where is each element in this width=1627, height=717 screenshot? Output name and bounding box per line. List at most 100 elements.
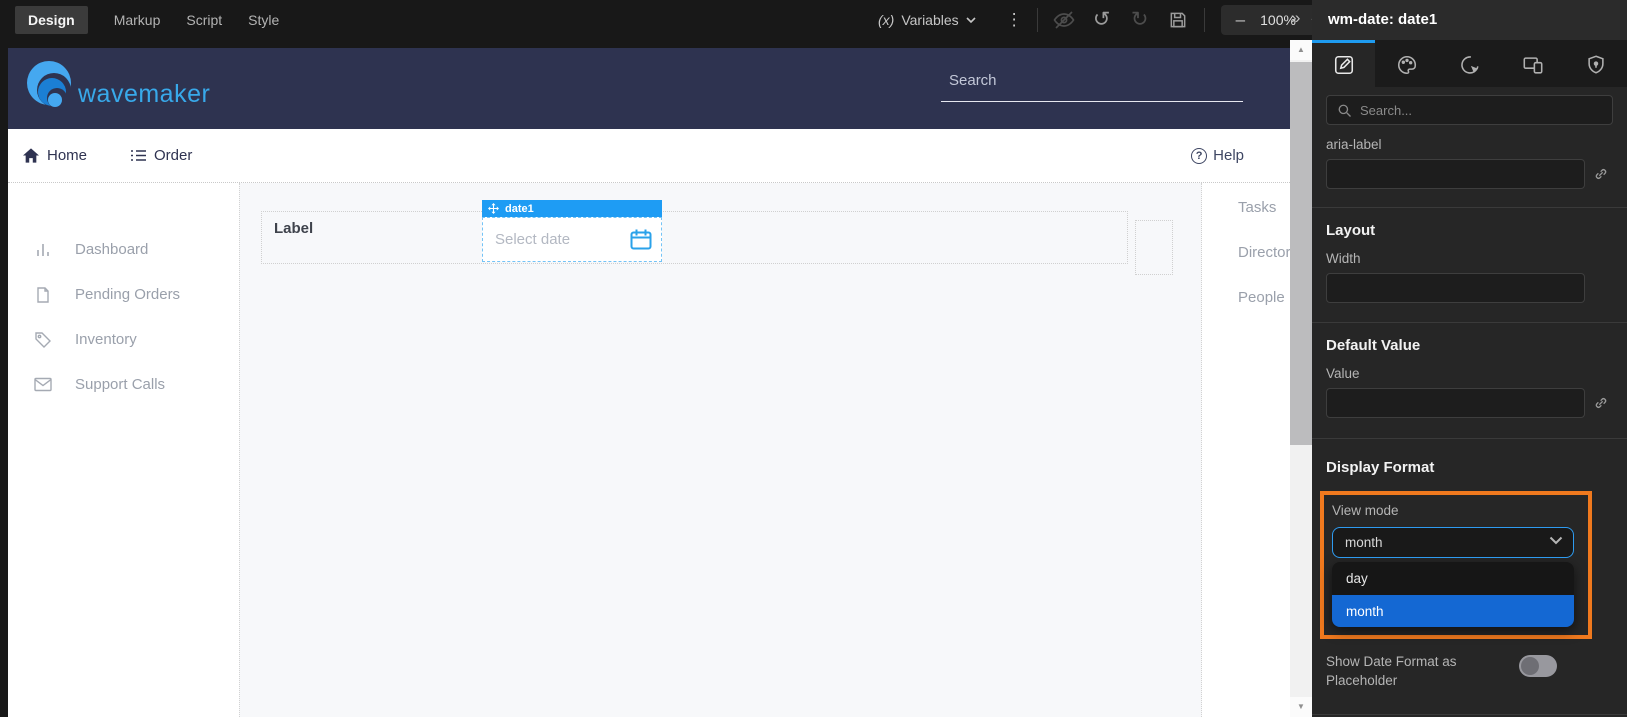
view-mode-select[interactable]: month [1332,527,1574,558]
toggle-row: Show Date Format as Placeholder [1326,652,1613,690]
width-input[interactable] [1326,273,1585,303]
value-input[interactable] [1326,388,1585,418]
sidebar-item-label: Inventory [75,331,137,348]
edit-icon [1333,54,1355,76]
nav-order[interactable]: Order [131,147,192,164]
logo-text: wavemaker [78,80,210,109]
page-content: Dashboard Pending Orders Inventory Suppo… [8,183,1290,717]
canvas-scrollbar[interactable]: ▲ ▼ [1290,40,1312,717]
help-icon: ? [1191,148,1207,164]
wavemaker-logo: wavemaker [24,57,210,113]
inspector-search-input[interactable] [1360,103,1602,118]
tab-security[interactable] [1564,40,1627,87]
empty-widget-placeholder[interactable] [1135,220,1173,275]
app-header: wavemaker [8,48,1290,129]
nav-help-label: Help [1213,147,1244,164]
layout-section-header: Layout [1326,222,1613,239]
editor-mode-tabs: Design Markup Script Style [15,0,279,40]
date-input-body [482,217,662,262]
section-divider [1312,322,1627,323]
undo-icon[interactable]: ↺ [1090,8,1114,32]
collapse-panel-icon[interactable]: » [1291,8,1300,28]
palette-icon [1396,54,1418,76]
left-sidebar: Dashboard Pending Orders Inventory Suppo… [8,183,239,717]
sidebar-item-label: Pending Orders [75,286,180,303]
nav-home[interactable]: Home [23,147,87,164]
inspector-panel: aria-label Layout Width Default Value Va… [1312,40,1627,717]
view-mode-selected-value: month [1333,535,1383,550]
variables-label: Variables [901,12,958,28]
date-widget-date1[interactable]: date1 [482,200,662,262]
calendar-icon[interactable] [629,228,653,252]
inspector-title: wm-date: date1 [1312,0,1627,40]
sidebar-item-label: Dashboard [75,241,148,258]
design-canvas-frame: wavemaker Home Order ? Help [0,40,1290,717]
move-icon [488,203,499,214]
toolbar-divider [1037,8,1038,32]
variables-button[interactable]: (x) Variables [878,12,976,28]
scrollbar-thumb[interactable] [1290,62,1312,445]
zoom-out-button[interactable]: – [1236,10,1245,30]
option-month[interactable]: month [1332,595,1574,627]
section-divider [1312,714,1627,715]
aria-label-input[interactable] [1326,159,1585,189]
toolbar-divider [1204,8,1205,32]
scroll-down-arrow[interactable]: ▼ [1290,697,1312,717]
design-canvas-page: wavemaker Home Order ? Help [8,48,1290,717]
tab-styles[interactable] [1375,40,1438,87]
width-label: Width [1326,251,1613,267]
nav-help[interactable]: ? Help [1191,129,1244,182]
list-item-people[interactable]: People [1238,289,1290,334]
bind-link-icon[interactable] [1593,166,1609,182]
show-date-format-label: Show Date Format as Placeholder [1326,652,1519,690]
search-icon [1337,103,1352,118]
list-icon [131,149,146,162]
widget-selection-badge[interactable]: date1 [482,200,662,217]
page-nav: Home Order ? Help [8,129,1290,183]
bar-chart-icon [34,241,52,259]
tab-design[interactable]: Design [15,6,88,34]
more-options-kebab-icon[interactable]: ⋮ [1006,10,1023,30]
scroll-up-arrow[interactable]: ▲ [1290,40,1312,60]
value-label: Value [1326,366,1613,382]
shield-icon [1585,54,1607,76]
toggle-knob [1521,657,1539,675]
option-day[interactable]: day [1332,562,1574,595]
inspector-search [1326,95,1613,125]
date-input[interactable] [483,231,613,248]
bind-link-icon[interactable] [1593,395,1609,411]
form-field-row: Label [261,211,1128,264]
display-format-section-header: Display Format [1326,459,1613,476]
nav-home-label: Home [47,147,87,164]
pointer-circle-icon [1459,54,1481,76]
widget-name-label: date1 [505,203,534,215]
tab-script[interactable]: Script [186,12,222,28]
view-mode-label: View mode [1332,503,1574,519]
nav-order-label: Order [154,147,192,164]
app-search-input[interactable] [941,72,1243,102]
right-page-list: Tasks Directory People [1202,183,1290,717]
list-item-tasks[interactable]: Tasks [1238,199,1290,244]
tab-style[interactable]: Style [248,12,279,28]
document-icon [34,286,52,304]
sidebar-item-support-calls[interactable]: Support Calls [8,362,239,407]
sidebar-item-dashboard[interactable]: Dashboard [8,227,239,272]
tab-devices[interactable] [1501,40,1564,87]
form-field-label: Label [274,220,313,237]
sidebar-item-label: Support Calls [75,376,165,393]
view-mode-dropdown: day month [1332,562,1574,627]
section-divider [1312,207,1627,208]
redo-icon[interactable]: ↻ [1128,8,1152,32]
sidebar-item-inventory[interactable]: Inventory [8,317,239,362]
tab-markup[interactable]: Markup [114,12,161,28]
tab-events[interactable] [1438,40,1501,87]
sidebar-item-pending-orders[interactable]: Pending Orders [8,272,239,317]
list-item-directory[interactable]: Directory [1238,244,1290,289]
envelope-icon [34,377,52,392]
tab-properties[interactable] [1312,40,1375,87]
section-divider [1312,438,1627,439]
wavemaker-wave-icon [24,57,74,113]
save-icon[interactable] [1166,8,1190,32]
show-date-format-toggle[interactable] [1519,655,1558,677]
preview-eye-off-icon[interactable] [1052,8,1076,32]
